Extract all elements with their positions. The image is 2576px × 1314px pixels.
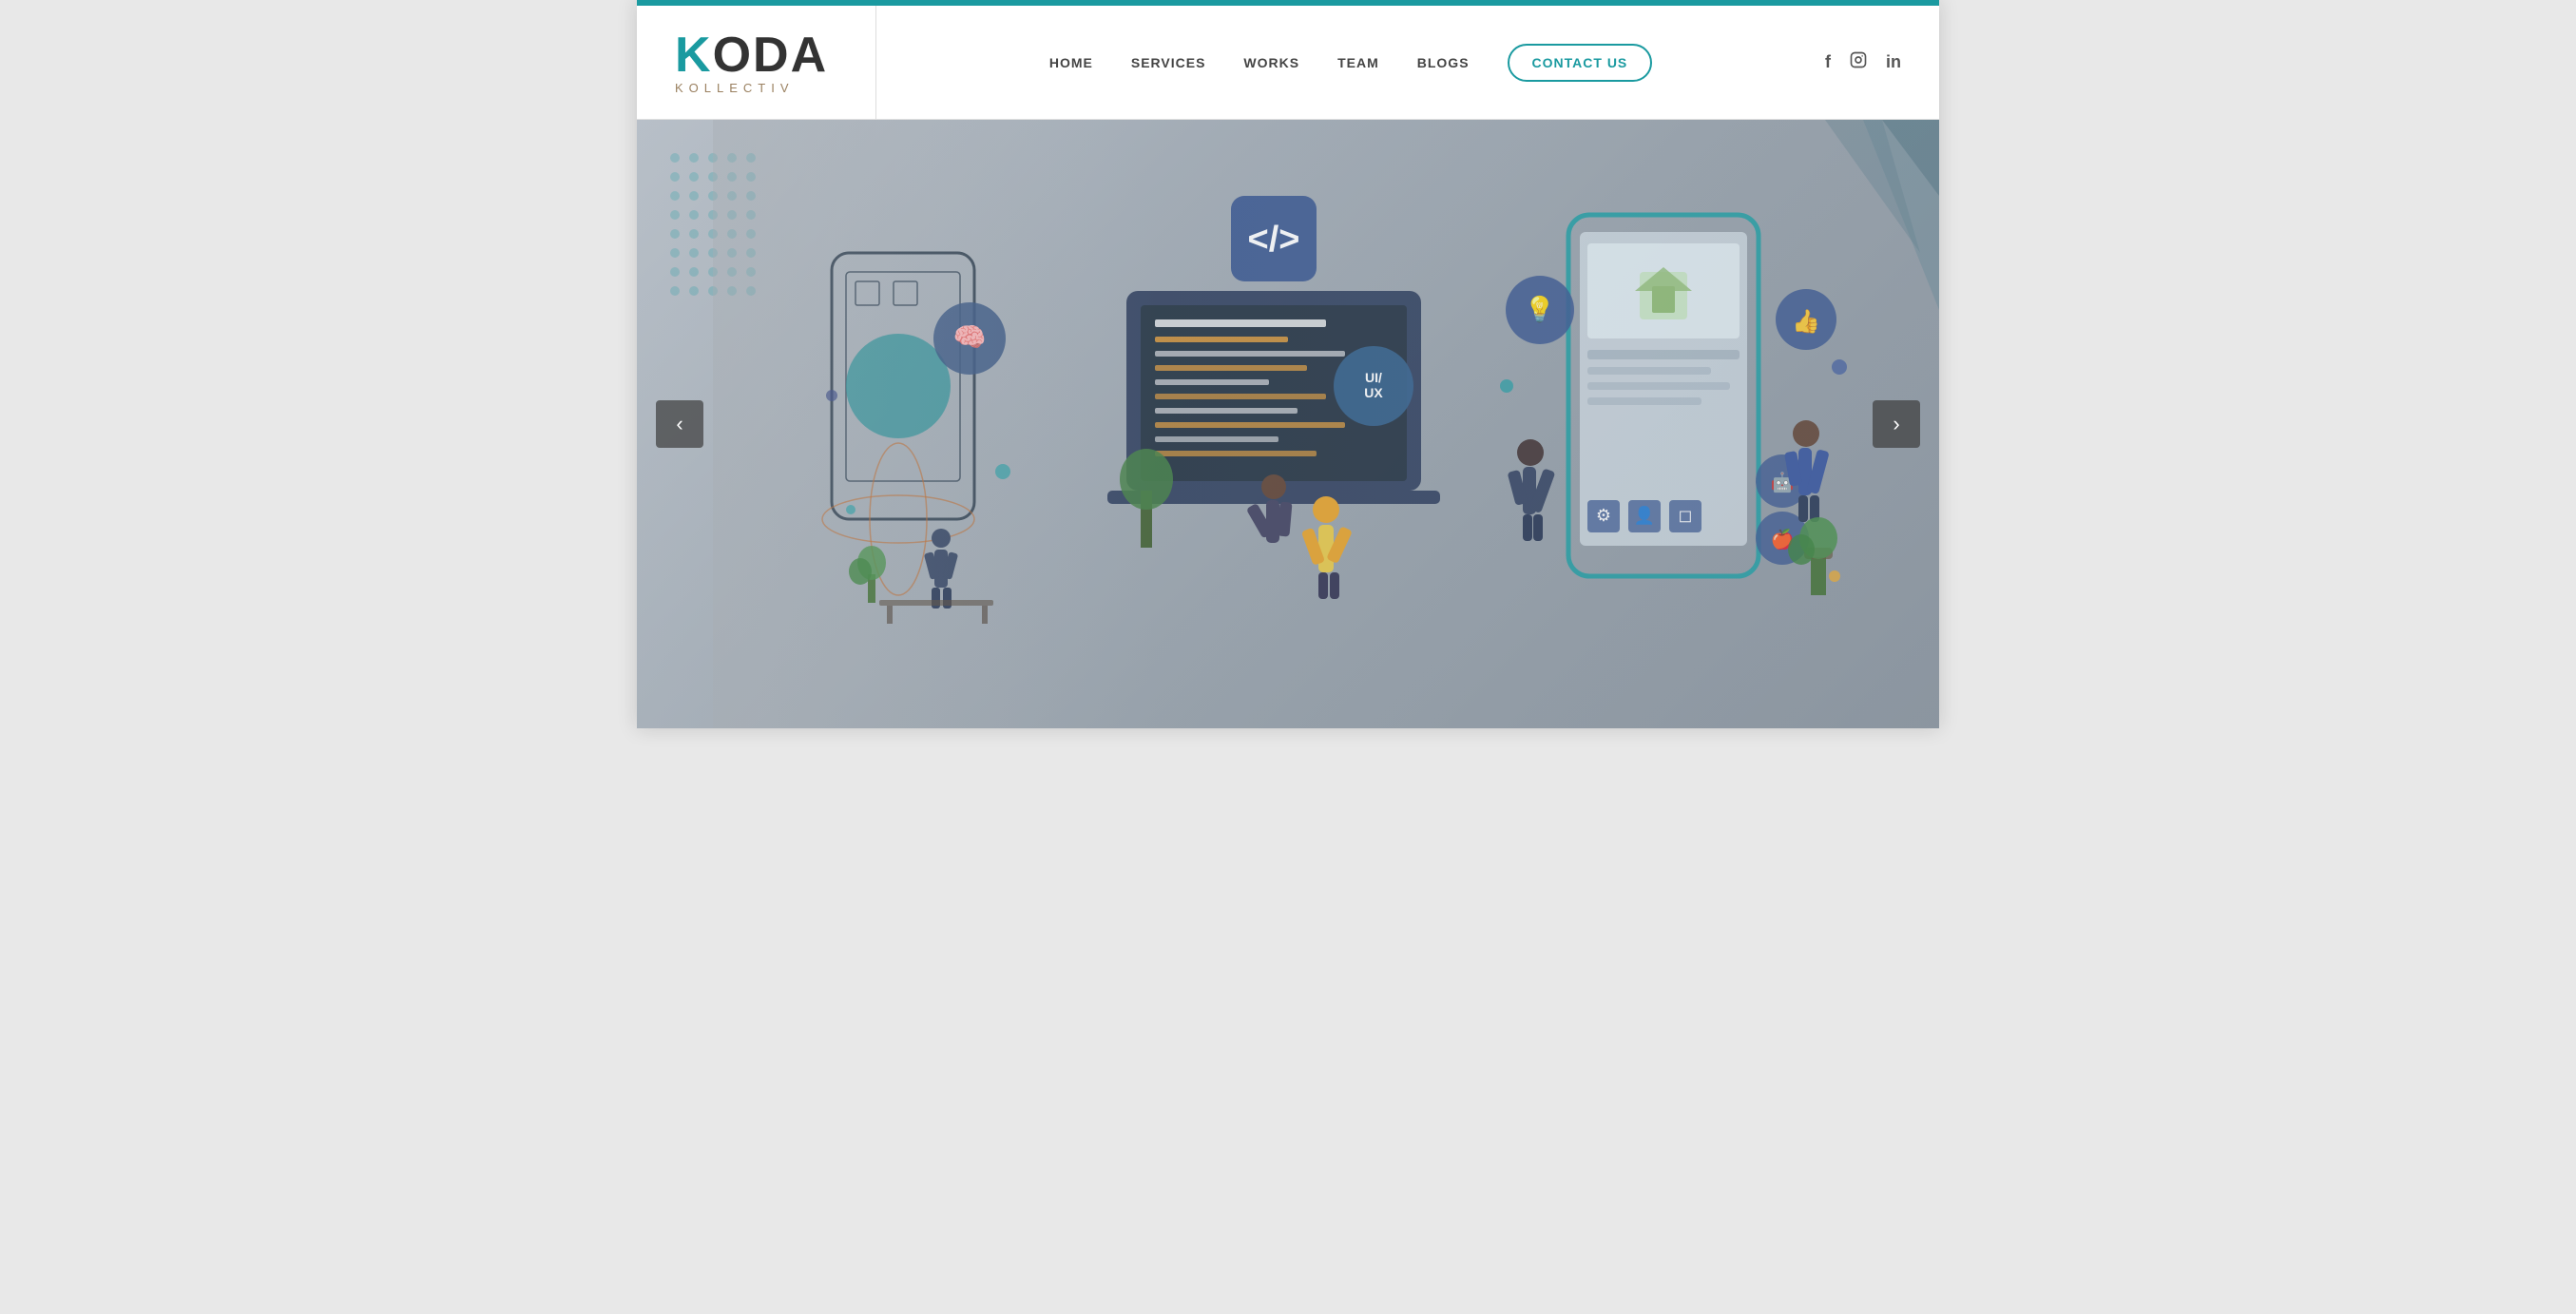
- logo-koda: KODA: [675, 30, 828, 80]
- nav-home[interactable]: HOME: [1049, 55, 1093, 70]
- header: KODA KOLLECTIV HOME SERVICES WORKS TEAM …: [637, 6, 1939, 120]
- illus-left: 🧠: [784, 224, 1050, 624]
- svg-text:⚙: ⚙: [1596, 506, 1611, 525]
- logo-sub: KOLLECTIV: [675, 82, 828, 94]
- nav-blogs[interactable]: BLOGS: [1417, 55, 1470, 70]
- hero-slider: 🧠 </>: [637, 120, 1939, 728]
- svg-text:◻: ◻: [1679, 506, 1693, 525]
- nav-team[interactable]: TEAM: [1337, 55, 1379, 70]
- nav-works[interactable]: WORKS: [1243, 55, 1299, 70]
- svg-text:🧠: 🧠: [953, 322, 987, 352]
- svg-text:👤: 👤: [1634, 505, 1655, 525]
- logo-oda: ODA: [713, 28, 829, 83]
- main-nav: HOME SERVICES WORKS TEAM BLOGS CONTACT U…: [876, 44, 1825, 82]
- illus-center: </> UI/ UX: [1107, 196, 1469, 633]
- logo-k: K: [675, 28, 713, 83]
- logo-area: KODA KOLLECTIV: [675, 6, 876, 119]
- instagram-icon[interactable]: [1850, 51, 1867, 73]
- logo[interactable]: KODA KOLLECTIV: [675, 30, 828, 94]
- chevron-right-icon: ›: [1893, 412, 1899, 436]
- slider-prev-button[interactable]: ‹: [656, 400, 703, 448]
- social-icons: f in: [1825, 51, 1901, 73]
- nav-services[interactable]: SERVICES: [1131, 55, 1206, 70]
- slider-next-button[interactable]: ›: [1873, 400, 1920, 448]
- svg-text:</>: </>: [1248, 220, 1300, 260]
- svg-text:💡: 💡: [1525, 295, 1555, 323]
- facebook-icon[interactable]: f: [1825, 52, 1831, 72]
- svg-text:UI/: UI/: [1365, 370, 1382, 385]
- page-wrapper: KODA KOLLECTIV HOME SERVICES WORKS TEAM …: [637, 0, 1939, 728]
- svg-text:UX: UX: [1364, 385, 1383, 400]
- illus-right: ⚙ 👤 ◻ 💡 👍 🤖 🍎: [1492, 196, 1854, 633]
- chevron-left-icon: ‹: [676, 412, 682, 436]
- linkedin-icon[interactable]: in: [1886, 52, 1901, 72]
- dots-pattern: [665, 148, 779, 300]
- svg-text:👍: 👍: [1792, 308, 1820, 335]
- contact-us-button[interactable]: CONTACT US: [1508, 44, 1653, 82]
